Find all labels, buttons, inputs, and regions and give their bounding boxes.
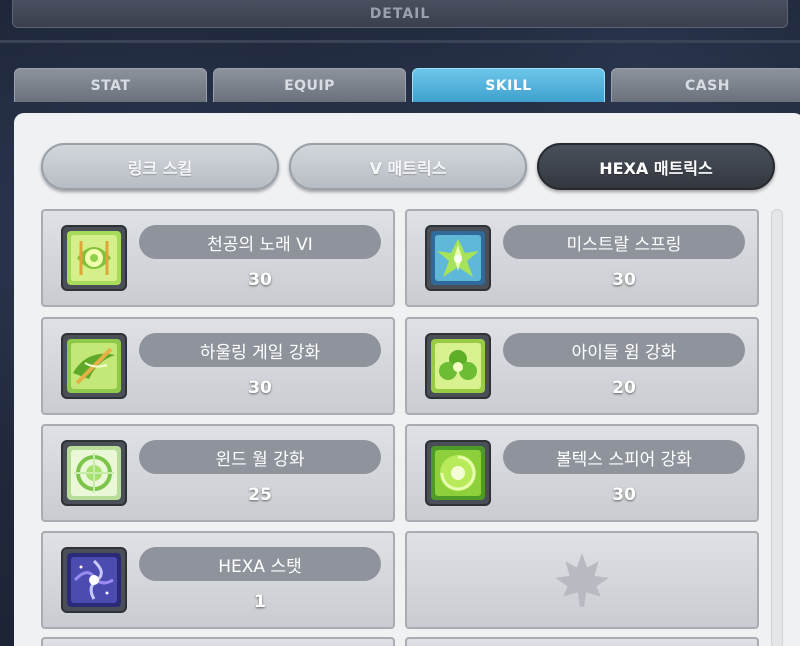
scrollbar[interactable] (771, 209, 783, 646)
subtab-v-matrix[interactable]: V 매트릭스 (289, 143, 527, 190)
tab-equip[interactable]: EQUIP (213, 68, 406, 102)
skill-card-wind-wall[interactable]: 윈드 월 강화 25 (41, 424, 395, 522)
wind-wall-icon (61, 440, 127, 506)
skill-card-howling-gale[interactable]: 하울링 게일 강화 30 (41, 317, 395, 415)
skill-name: 윈드 월 강화 (215, 449, 305, 470)
howling-gale-icon (61, 333, 127, 399)
skill-level: 1 (254, 592, 266, 612)
skill-card-hexa-stat[interactable]: HEXA 스탯 1 (41, 531, 395, 629)
tab-skill-label: SKILL (485, 77, 532, 94)
detail-title: DETAIL (369, 6, 431, 22)
skill-panel: 링크 스킬 V 매트릭스 HEXA 매트릭스 천공의 노래 VI 30 미스트랄… (14, 113, 800, 646)
skill-name-pill: 윈드 월 강화 (139, 440, 381, 474)
skill-level: 20 (612, 378, 636, 398)
skill-level: 30 (248, 270, 272, 290)
skill-card-partial (405, 637, 759, 646)
skill-name: 하울링 게일 강화 (199, 342, 321, 363)
maple-leaf-icon (555, 553, 609, 607)
detail-header: DETAIL (12, 0, 788, 28)
skill-level: 30 (612, 485, 636, 505)
mistral-spring-icon (425, 225, 491, 291)
skill-card-idle-whim[interactable]: 아이들 윔 강화 20 (405, 317, 759, 415)
empty-skill-slot (405, 531, 759, 629)
skill-name: 볼텍스 스피어 강화 (556, 449, 692, 470)
skill-card-mistral-spring[interactable]: 미스트랄 스프링 30 (405, 209, 759, 307)
skill-name-pill: 미스트랄 스프링 (503, 225, 745, 259)
tab-stat[interactable]: STAT (14, 68, 207, 102)
skill-level: 30 (248, 378, 272, 398)
song-of-heaven-icon (61, 225, 127, 291)
skill-name-pill: HEXA 스탯 (139, 547, 381, 581)
skill-card-partial (41, 637, 395, 646)
tab-cash-label: CASH (685, 77, 730, 94)
skill-name-pill: 아이들 윔 강화 (503, 333, 745, 367)
skill-name: 아이들 윔 강화 (571, 342, 677, 363)
subtab-hexa-matrix[interactable]: HEXA 매트릭스 (537, 143, 775, 190)
skill-name: 미스트랄 스프링 (566, 234, 682, 255)
skill-name-pill: 볼텍스 스피어 강화 (503, 440, 745, 474)
skill-name: HEXA 스탯 (218, 556, 302, 577)
header-divider (0, 40, 800, 43)
tab-equip-label: EQUIP (284, 77, 335, 94)
subtab-hexa-matrix-label: HEXA 매트릭스 (599, 158, 713, 178)
skill-name-pill: 하울링 게일 강화 (139, 333, 381, 367)
skill-card-song-of-heaven[interactable]: 천공의 노래 VI 30 (41, 209, 395, 307)
idle-whim-icon (425, 333, 491, 399)
tab-cash[interactable]: CASH (611, 68, 800, 102)
vortex-sphere-icon (425, 440, 491, 506)
tab-skill[interactable]: SKILL (412, 68, 605, 102)
hexa-stat-icon (61, 547, 127, 613)
skill-card-vortex-sphere[interactable]: 볼텍스 스피어 강화 30 (405, 424, 759, 522)
skill-name: 천공의 노래 VI (207, 234, 313, 255)
subtab-link-skill[interactable]: 링크 스킬 (41, 143, 279, 190)
skill-level: 25 (248, 485, 272, 505)
main-tabs: STAT EQUIP SKILL CASH (14, 68, 800, 102)
subtab-v-matrix-label: V 매트릭스 (369, 158, 447, 178)
tab-stat-label: STAT (90, 77, 131, 94)
skill-name-pill: 천공의 노래 VI (139, 225, 381, 259)
subtab-link-skill-label: 링크 스킬 (127, 158, 193, 178)
skill-level: 30 (612, 270, 636, 290)
